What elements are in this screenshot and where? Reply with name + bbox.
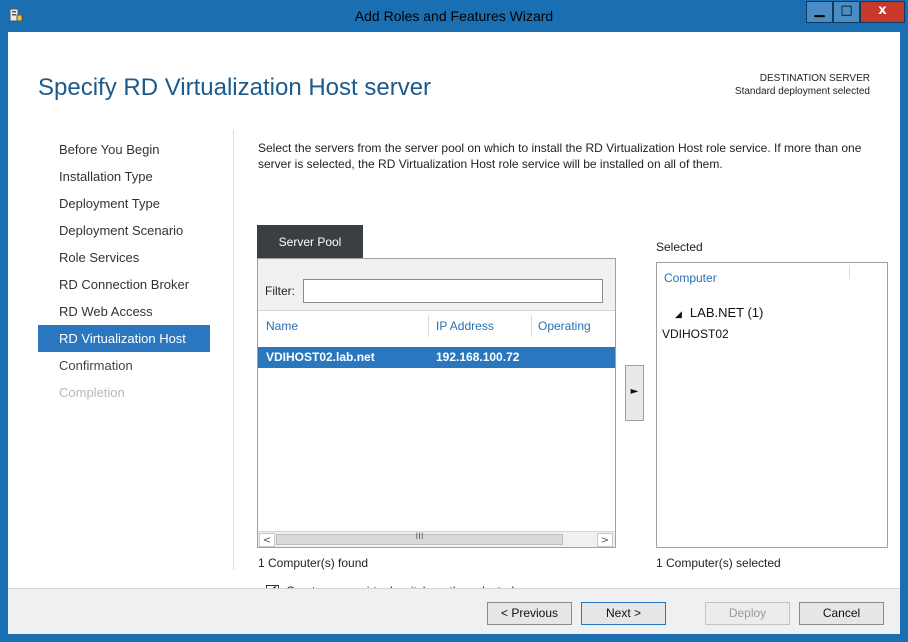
scroll-right-icon[interactable]: >	[597, 533, 613, 547]
nav-item-before-you-begin[interactable]: Before You Begin	[38, 136, 210, 163]
table-row[interactable]: VDIHOST02.lab.net 192.168.100.72	[258, 347, 615, 368]
nav-item-completion: Completion	[59, 385, 125, 400]
nav-item-rd-web-access[interactable]: RD Web Access	[38, 298, 210, 325]
column-header-operating-system[interactable]: Operating	[538, 319, 591, 333]
nav-item-installation-type[interactable]: Installation Type	[38, 163, 210, 190]
window-title: Add Roles and Features Wizard	[354, 8, 554, 24]
wizard-nav: Before You Begin Installation Type Deplo…	[38, 136, 210, 406]
add-to-selected-button[interactable]: ►	[625, 365, 644, 421]
selected-label: Selected	[656, 240, 703, 254]
maximize-icon: □	[840, 3, 853, 18]
computers-selected-count: 1 Computer(s) selected	[656, 556, 781, 570]
column-header-name[interactable]: Name	[266, 319, 298, 333]
column-separator	[849, 265, 850, 279]
computers-found-count: 1 Computer(s) found	[258, 556, 369, 570]
wizard-content: Specify RD Virtualization Host server DE…	[8, 32, 900, 634]
arrow-right-icon: ►	[630, 386, 639, 397]
selected-panel: Computer ◢ LAB.NET (1) VDIHOST02	[656, 262, 888, 548]
page-title: Specify RD Virtualization Host server	[38, 74, 432, 101]
scroll-left-icon[interactable]: <	[259, 533, 275, 547]
group-label: LAB.NET (1)	[689, 305, 764, 320]
nav-item-deployment-type[interactable]: Deployment Type	[38, 190, 210, 217]
wizard-footer: < Previous Next > Deploy Cancel	[8, 588, 900, 634]
server-ip-cell: 192.168.100.72	[436, 350, 520, 364]
nav-item-deployment-scenario[interactable]: Deployment Scenario	[38, 217, 210, 244]
deploy-button: Deploy	[705, 602, 790, 625]
previous-button[interactable]: < Previous	[487, 602, 572, 625]
tab-server-pool[interactable]: Server Pool	[257, 225, 363, 259]
server-pool-panel: Filter: Name IP Address Operating VDIHOS…	[257, 258, 616, 548]
cancel-button[interactable]: Cancel	[799, 602, 884, 625]
minimize-icon: ▁	[814, 3, 825, 18]
nav-item-rd-connection-broker[interactable]: RD Connection Broker	[38, 271, 210, 298]
scrollbar-thumb[interactable]: III	[276, 532, 563, 545]
horizontal-scrollbar[interactable]: < III >	[258, 531, 615, 547]
close-button[interactable]: x	[860, 1, 905, 23]
destination-server: DESTINATION SERVER Standard deployment s…	[735, 72, 870, 98]
minimize-button[interactable]: ▁	[806, 1, 833, 23]
title-bar[interactable]: Add Roles and Features Wizard ▁ □ x	[0, 0, 908, 32]
column-header-computer[interactable]: Computer	[664, 271, 717, 285]
column-header-ip-address[interactable]: IP Address	[436, 319, 494, 333]
close-icon: x	[878, 3, 887, 18]
maximize-button[interactable]: □	[833, 1, 860, 23]
filter-bar: Filter:	[258, 259, 615, 311]
description-text: Select the servers from the server pool …	[258, 141, 862, 171]
column-separator	[428, 315, 429, 337]
column-separator	[531, 315, 532, 337]
list-item[interactable]: VDIHOST02	[662, 327, 729, 341]
filter-input[interactable]	[303, 279, 603, 303]
nav-item-confirmation[interactable]: Confirmation	[38, 352, 210, 379]
nav-divider	[233, 130, 234, 570]
destination-server-value: Standard deployment selected	[734, 86, 870, 97]
nav-item-role-services[interactable]: Role Services	[38, 244, 210, 271]
destination-server-label: DESTINATION SERVER	[759, 73, 870, 84]
nav-item-rd-virtualization-host[interactable]: RD Virtualization Host	[38, 325, 210, 352]
group-header[interactable]: ◢ LAB.NET (1)	[675, 305, 763, 320]
scrollbar-grip-icon: III	[415, 532, 424, 542]
expand-triangle-icon[interactable]: ◢	[675, 309, 682, 320]
server-name-cell: VDIHOST02.lab.net	[266, 350, 375, 364]
next-button[interactable]: Next >	[581, 602, 666, 625]
filter-label: Filter:	[265, 284, 295, 298]
